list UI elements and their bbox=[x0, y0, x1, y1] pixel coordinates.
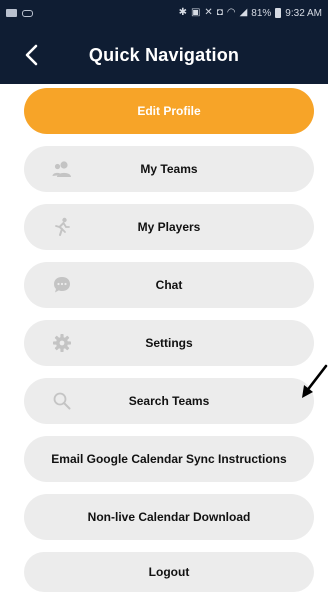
team-icon bbox=[52, 159, 72, 179]
email-calendar-sync-label: Email Google Calendar Sync Instructions bbox=[51, 452, 287, 466]
status-bar: ✱ ▣ ✕ ◘ ◠ ◢ 81% 9:32 AM bbox=[0, 0, 328, 26]
my-players-label: My Players bbox=[137, 220, 201, 234]
chat-label: Chat bbox=[155, 278, 183, 292]
navigation-menu: Edit Profile My Teams My Players Chat Se… bbox=[24, 88, 314, 592]
wifi-icon: ◠ bbox=[226, 7, 236, 18]
edit-profile-button[interactable]: Edit Profile bbox=[24, 88, 314, 134]
status-right: ✱ ▣ ✕ ◘ ◠ ◢ 81% 9:32 AM bbox=[179, 8, 322, 19]
signal-icon: ◢ bbox=[239, 7, 248, 18]
status-time: 9:32 AM bbox=[285, 7, 322, 19]
status-left bbox=[6, 9, 33, 17]
calendar-download-label: Non-live Calendar Download bbox=[87, 510, 251, 524]
search-teams-label: Search Teams bbox=[128, 394, 210, 408]
my-teams-label: My Teams bbox=[140, 162, 198, 176]
battery-percent: 81% bbox=[251, 7, 272, 19]
app-header: Quick Navigation bbox=[0, 26, 328, 84]
search-icon bbox=[52, 391, 72, 411]
image-notification-icon bbox=[6, 9, 17, 17]
voicemail-icon bbox=[22, 9, 33, 17]
chevron-left-icon bbox=[25, 44, 38, 66]
mute-icon: ✕ bbox=[204, 7, 213, 18]
sim-icon: ◘ bbox=[216, 7, 223, 18]
search-teams-button[interactable]: Search Teams bbox=[24, 378, 314, 424]
my-players-button[interactable]: My Players bbox=[24, 204, 314, 250]
chat-button[interactable]: Chat bbox=[24, 262, 314, 308]
back-button[interactable] bbox=[18, 40, 44, 70]
email-calendar-sync-button[interactable]: Email Google Calendar Sync Instructions bbox=[24, 436, 314, 482]
settings-label: Settings bbox=[145, 336, 193, 350]
logout-label: Logout bbox=[148, 565, 190, 579]
calendar-download-button[interactable]: Non-live Calendar Download bbox=[24, 494, 314, 540]
bluetooth-icon: ✱ bbox=[178, 7, 187, 18]
chat-icon bbox=[52, 275, 72, 295]
player-icon bbox=[52, 217, 72, 237]
settings-button[interactable]: Settings bbox=[24, 320, 314, 366]
gear-icon bbox=[52, 333, 72, 353]
page-title: Quick Navigation bbox=[88, 44, 240, 65]
arrow-annotation-icon bbox=[302, 364, 328, 398]
battery-icon bbox=[275, 8, 282, 18]
my-teams-button[interactable]: My Teams bbox=[24, 146, 314, 192]
logout-button[interactable]: Logout bbox=[24, 552, 314, 592]
nfc-icon: ▣ bbox=[190, 7, 201, 18]
edit-profile-label: Edit Profile bbox=[137, 104, 201, 118]
